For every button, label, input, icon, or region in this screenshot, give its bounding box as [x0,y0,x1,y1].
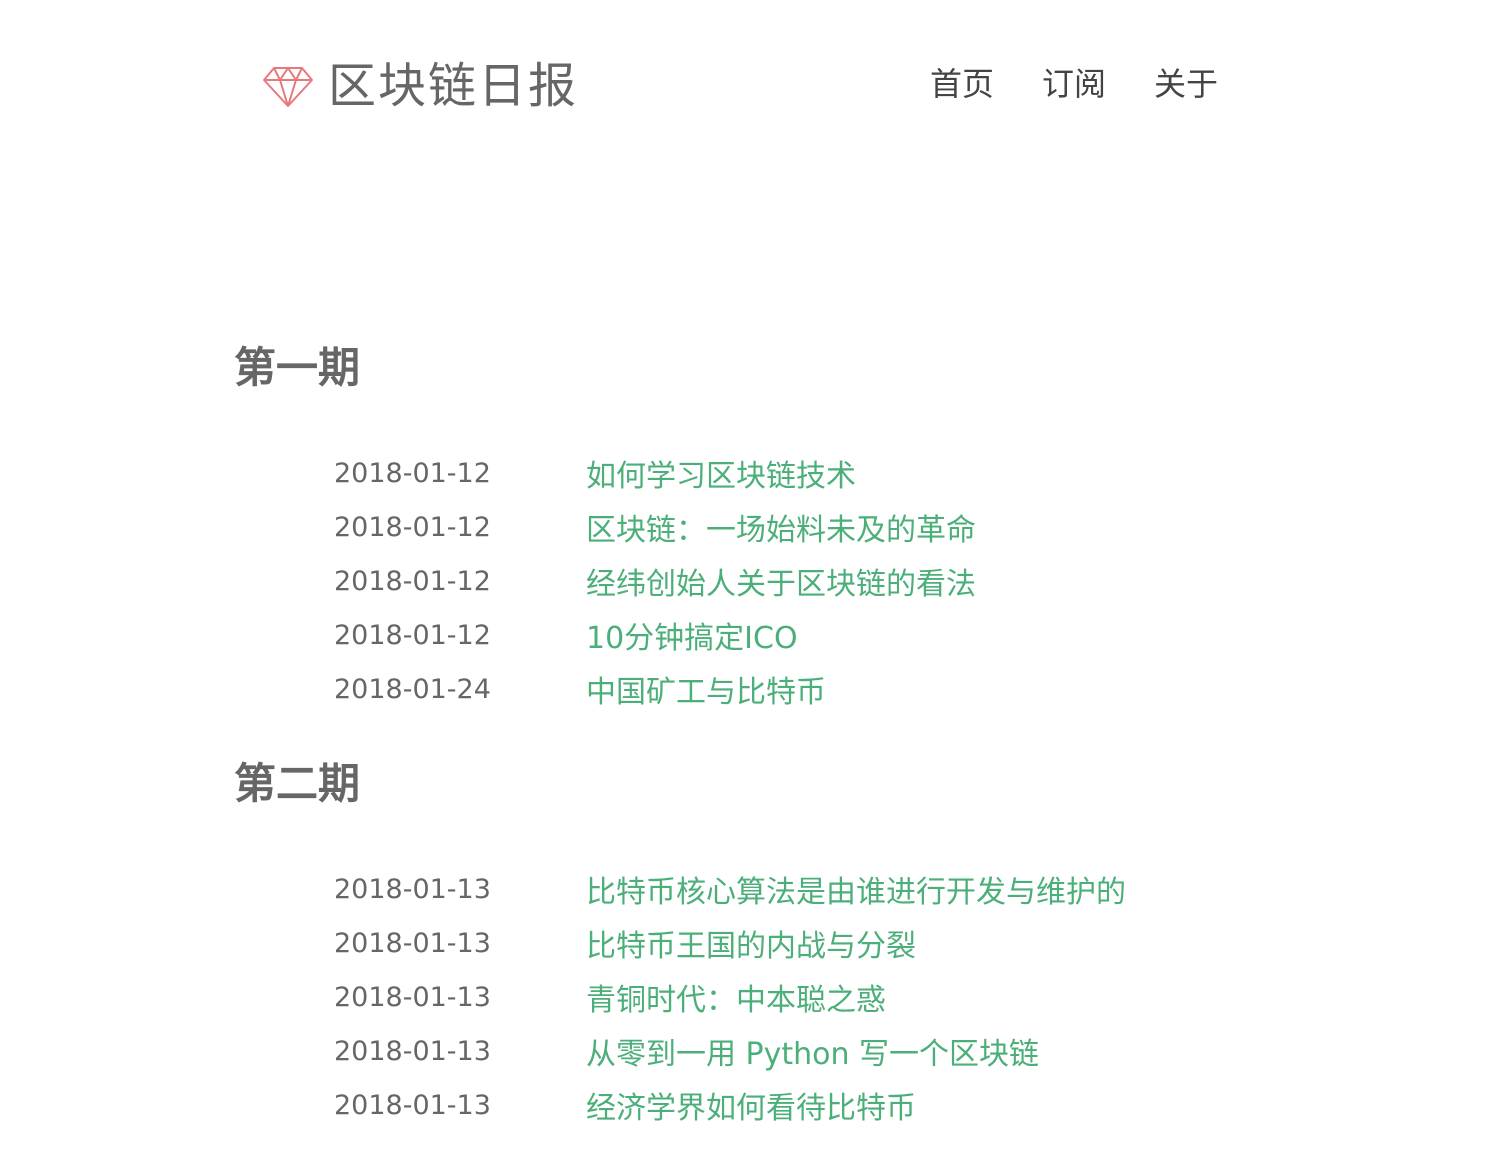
post-link[interactable]: 从零到一用 Python 写一个区块链 [586,1029,1039,1073]
post-item: 2018-01-13 青铜时代：中本聪之惑 [334,970,1126,1024]
post-list: 2018-01-12 如何学习区块链技术 2018-01-12 区块链：一场始料… [334,446,976,716]
post-link[interactable]: 比特币核心算法是由谁进行开发与维护的 [586,867,1126,911]
site-logo-link[interactable]: 区块链日报 [262,58,578,114]
post-link[interactable]: 比特币王国的内战与分裂 [586,921,916,965]
main-nav: 首页 订阅 关于 [930,62,1218,106]
post-date: 2018-01-13 [334,927,491,959]
issue-title: 第二期 [234,759,361,808]
post-link[interactable]: 10分钟搞定ICO [586,613,798,657]
post-date: 2018-01-12 [334,619,491,651]
post-item: 2018-01-13 比特币核心算法是由谁进行开发与维护的 [334,862,1126,916]
post-date: 2018-01-12 [334,511,491,543]
site-title: 区块链日报 [328,58,579,114]
post-date: 2018-01-13 [334,1089,491,1121]
post-date: 2018-01-12 [334,565,491,597]
post-date: 2018-01-24 [334,673,491,705]
post-link[interactable]: 经济学界如何看待比特币 [586,1083,916,1127]
nav-subscribe[interactable]: 订阅 [1042,62,1106,106]
post-date: 2018-01-13 [334,873,491,905]
post-item: 2018-01-24 中国矿工与比特币 [334,662,976,716]
post-list: 2018-01-13 比特币核心算法是由谁进行开发与维护的 2018-01-13… [334,862,1126,1132]
post-link[interactable]: 中国矿工与比特币 [586,667,826,711]
post-item: 2018-01-12 如何学习区块链技术 [334,446,976,500]
post-item: 2018-01-13 比特币王国的内战与分裂 [334,916,1126,970]
post-link[interactable]: 区块链：一场始料未及的革命 [586,505,976,549]
issue-section: 第二期 2018-01-13 比特币核心算法是由谁进行开发与维护的 2018-0… [234,754,1334,1126]
post-date: 2018-01-13 [334,1035,491,1067]
post-link[interactable]: 青铜时代：中本聪之惑 [586,975,886,1019]
post-item: 2018-01-12 区块链：一场始料未及的革命 [334,500,976,554]
issue-title: 第一期 [234,343,361,392]
post-item: 2018-01-13 从零到一用 Python 写一个区块链 [334,1024,1126,1078]
post-date: 2018-01-13 [334,981,491,1013]
post-item: 2018-01-12 10分钟搞定ICO [334,608,976,662]
site-header: 区块链日报 首页 订阅 关于 [0,0,1498,170]
post-link[interactable]: 如何学习区块链技术 [586,451,856,495]
nav-home[interactable]: 首页 [930,62,994,106]
post-item: 2018-01-13 经济学界如何看待比特币 [334,1078,1126,1132]
nav-about[interactable]: 关于 [1154,62,1218,106]
post-item: 2018-01-12 经纬创始人关于区块链的看法 [334,554,976,608]
diamond-icon [263,67,313,107]
issue-section: 第一期 2018-01-12 如何学习区块链技术 2018-01-12 区块链：… [234,338,1334,710]
post-date: 2018-01-12 [334,457,491,489]
post-link[interactable]: 经纬创始人关于区块链的看法 [586,559,976,603]
